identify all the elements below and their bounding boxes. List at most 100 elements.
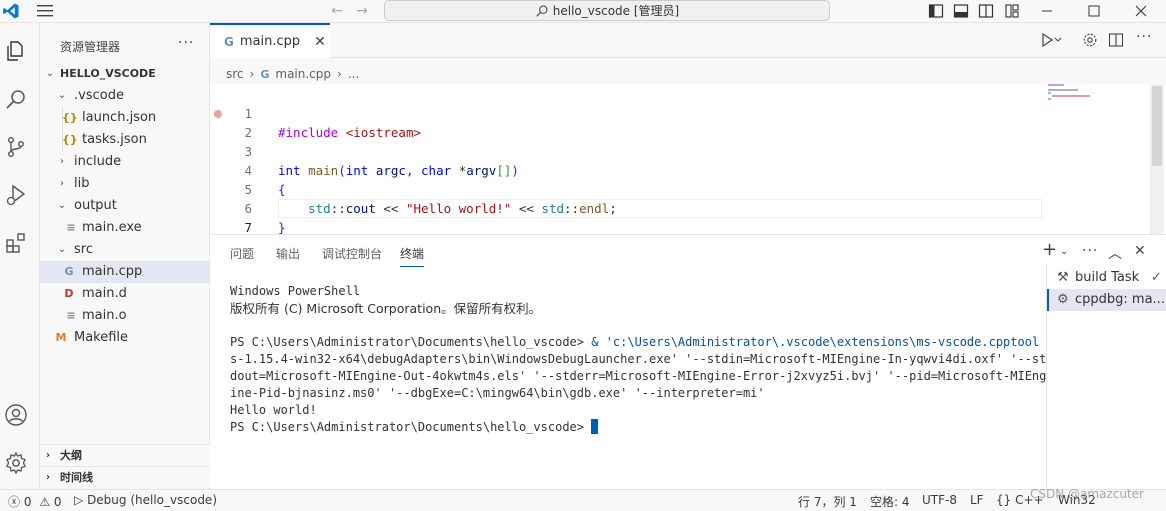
source-control-button[interactable] — [4, 135, 28, 161]
tab-debug-console[interactable]: 调试控制台 — [322, 245, 382, 262]
makefile-icon: M — [55, 331, 67, 344]
minimize-icon — [1042, 10, 1052, 12]
code-editor[interactable]: 1 #include <iostream> 2 3 int main(int a… — [210, 84, 1166, 235]
minimize-button[interactable] — [1024, 0, 1070, 22]
run-debug-button[interactable] — [4, 183, 28, 209]
more-actions-icon[interactable]: ··· — [178, 35, 194, 51]
problems-status[interactable]: ⓧ 0 ⚠ 0 — [8, 493, 62, 510]
accounts-button[interactable] — [4, 403, 28, 429]
gear-icon[interactable] — [1082, 32, 1098, 48]
tree-folder-vscode[interactable]: ⌄ .vscode — [40, 85, 209, 107]
more-actions-icon[interactable]: ··· — [1136, 29, 1152, 45]
tree-file-main-d[interactable]: D main.d — [40, 283, 209, 305]
terminal-line: s-1.15.4-win32-x64\debugAdapters\bin\Win… — [230, 352, 1047, 366]
tree-item-label: main.d — [82, 286, 127, 301]
terminal-prompt: PS C:\Users\Administrator\Documents\hell… — [230, 335, 585, 349]
timeline-section[interactable]: › 时间线 — [40, 466, 210, 488]
command-center[interactable]: hello_vscode [管理员] — [384, 0, 830, 21]
workspace-root[interactable]: ⌄ HELLO_VSCODE — [40, 63, 209, 85]
chevron-right-icon: › — [337, 67, 342, 81]
search-icon — [536, 4, 548, 17]
code-line: 6 } — [210, 180, 1050, 235]
breadcrumb-file[interactable]: main.cpp — [275, 67, 331, 81]
back-arrow-icon[interactable]: ← — [328, 2, 346, 20]
terminal-command: & 'c:\Users\Administrator\.vscode\extens… — [584, 335, 1040, 349]
tree-folder-src[interactable]: ⌄ src — [40, 239, 209, 261]
watermark: CSDN @amazcuter — [1030, 487, 1144, 501]
hamburger-menu-icon[interactable] — [36, 4, 54, 18]
json-file-icon: {} — [62, 111, 78, 124]
editor-scrollbar[interactable] — [1150, 84, 1164, 234]
tree-file-main-cpp[interactable]: G main.cpp — [40, 261, 209, 283]
terminal-item-build[interactable]: ⚒ build Task ✓ — [1047, 267, 1166, 289]
editor-tab-bar: G main.cpp ✕ ··· — [210, 23, 1166, 58]
cpp-file-icon: G — [224, 34, 234, 49]
terminal-line: PS C:\Users\Administrator\Documents\hell… — [230, 334, 1039, 351]
title-bar: ← → hello_vscode [管理员] — [0, 0, 1166, 23]
chevron-right-icon: › — [249, 67, 255, 81]
customize-layout-icon[interactable] — [1004, 3, 1020, 19]
encoding-status[interactable]: UTF-8 — [922, 493, 957, 507]
tree-item-label: lib — [74, 176, 90, 191]
tree-item-label: main.exe — [82, 220, 142, 235]
close-tab-icon[interactable]: ✕ — [314, 34, 326, 50]
toggle-secondary-sidebar-icon[interactable] — [978, 3, 994, 19]
d-file-icon: D — [64, 287, 74, 300]
tree-file-makefile[interactable]: M Makefile — [40, 327, 209, 349]
tree-item-label: output — [74, 198, 117, 213]
minimap[interactable] — [1048, 84, 1108, 124]
terminal-item-label: cppdbg: ma... — [1075, 292, 1165, 307]
chevron-down-icon: ⌄ — [57, 244, 67, 255]
wrench-icon: ⚒ — [1057, 270, 1069, 285]
new-terminal-icon[interactable]: + — [1042, 239, 1057, 260]
tree-item-label: src — [74, 242, 93, 257]
tab-problems[interactable]: 问题 — [230, 245, 254, 262]
outline-section[interactable]: › 大纲 — [40, 444, 210, 466]
tree-item-label: main.cpp — [82, 264, 143, 279]
indentation-status[interactable]: 空格: 4 — [870, 493, 910, 510]
maximize-icon — [1088, 5, 1100, 17]
maximize-button[interactable] — [1071, 0, 1117, 22]
code-line: 5 std::cout << "Hello world!" << std::en… — [210, 161, 1050, 216]
maximize-panel-icon[interactable]: ︿ — [1108, 243, 1122, 263]
close-window-button[interactable] — [1118, 0, 1164, 22]
breadcrumb-symbol[interactable]: ... — [348, 67, 359, 81]
chevron-down-icon[interactable]: ⌄ — [1060, 246, 1068, 257]
tab-output[interactable]: 输出 — [276, 245, 300, 262]
tree-folder-include[interactable]: › include — [40, 151, 209, 173]
toggle-primary-sidebar-icon[interactable] — [928, 3, 944, 19]
cpp-file-icon: G — [64, 265, 74, 278]
outline-label: 大纲 — [60, 449, 82, 462]
debug-status[interactable]: ▷ Debug (hello_vscode) — [74, 493, 217, 507]
terminal-line[interactable]: PS C:\Users\Administrator\Documents\hell… — [230, 419, 599, 436]
run-debug-icon — [6, 184, 26, 206]
forward-arrow-icon[interactable]: → — [353, 2, 371, 20]
tree-file-launch-json[interactable]: {} launch.json — [40, 107, 209, 129]
tab-main-cpp[interactable]: G main.cpp ✕ — [210, 23, 330, 58]
close-panel-icon[interactable]: ✕ — [1134, 243, 1146, 259]
search-view-button[interactable] — [4, 87, 28, 113]
explorer-button[interactable] — [4, 39, 28, 65]
chevron-down-icon: ⌄ — [57, 200, 67, 211]
manage-button[interactable] — [4, 451, 28, 477]
tab-terminal[interactable]: 终端 — [400, 245, 425, 267]
timeline-label: 时间线 — [60, 471, 93, 484]
tree-file-tasks-json[interactable]: {} tasks.json — [40, 129, 209, 151]
chevron-right-icon: › — [60, 156, 64, 167]
tree-folder-lib[interactable]: › lib — [40, 173, 209, 195]
more-actions-icon[interactable]: ··· — [1082, 243, 1098, 259]
toggle-panel-icon[interactable] — [953, 3, 969, 19]
run-debug-dropdown-icon[interactable] — [1040, 32, 1064, 48]
terminal-item-cppdbg[interactable]: ⚙ cppdbg: ma... — [1047, 289, 1166, 311]
split-editor-icon[interactable] — [1108, 32, 1124, 48]
breadcrumb-src[interactable]: src — [226, 67, 244, 81]
close-icon — [1135, 5, 1147, 17]
eol-status[interactable]: LF — [970, 493, 984, 507]
tree-file-main-exe[interactable]: ≡ main.exe — [40, 217, 209, 239]
tree-folder-output[interactable]: ⌄ output — [40, 195, 209, 217]
extensions-button[interactable] — [4, 231, 28, 257]
cursor-position[interactable]: 行 7，列 1 — [798, 493, 857, 510]
scrollbar-thumb[interactable] — [1152, 86, 1162, 166]
debug-icon: ▷ — [74, 493, 84, 507]
tree-file-main-o[interactable]: ≡ main.o — [40, 305, 209, 327]
